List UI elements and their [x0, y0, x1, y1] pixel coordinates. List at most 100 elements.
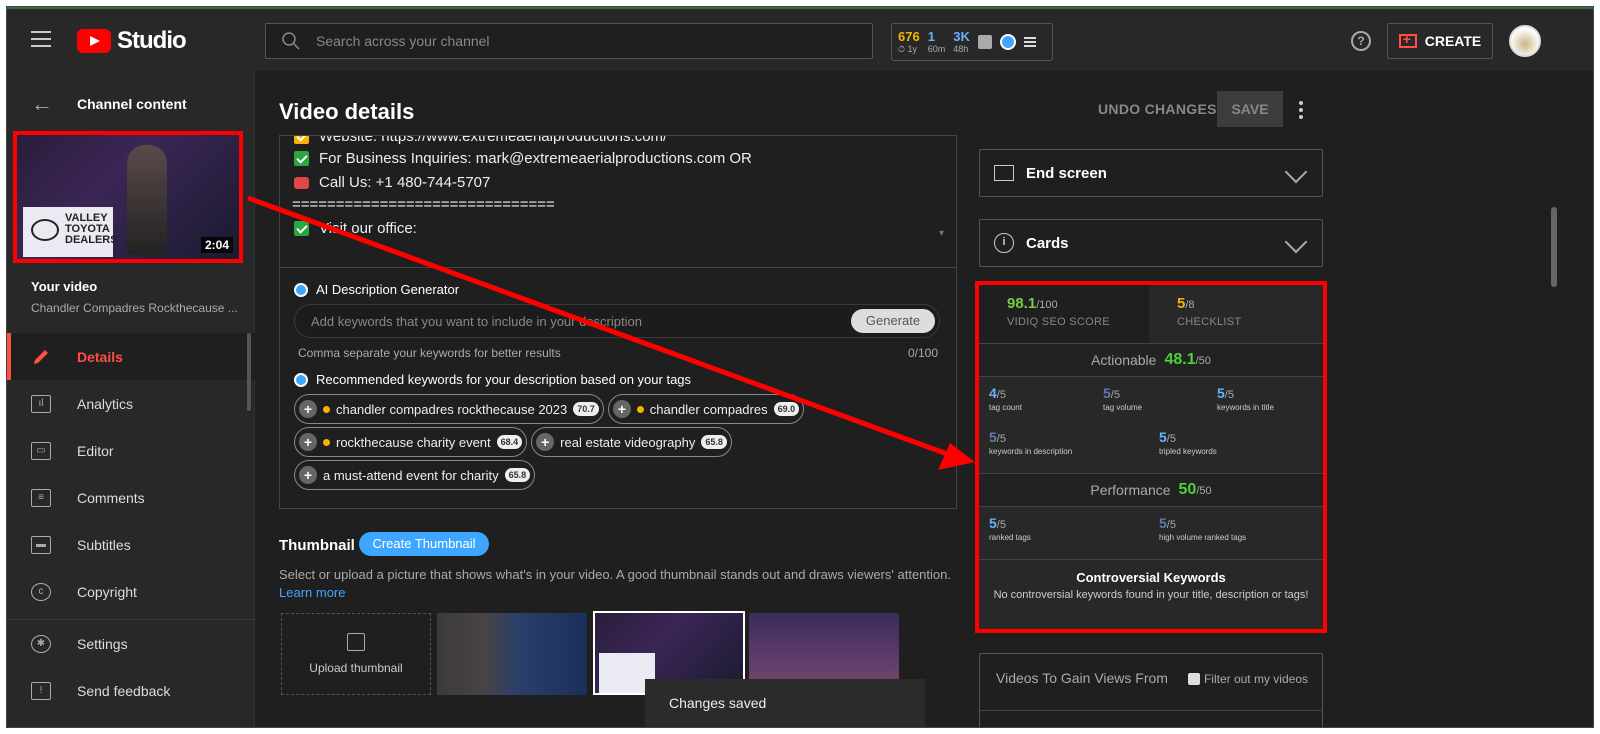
sidebar-item-editor[interactable]: ▭ Editor: [7, 427, 255, 474]
upload-image-icon: [347, 633, 365, 651]
keyword-chip[interactable]: + rockthecause charity event 68.4: [294, 427, 528, 457]
filter-checkbox[interactable]: [1187, 673, 1200, 685]
upload-label: Upload thumbnail: [309, 661, 403, 675]
description-line: ==============================: [292, 196, 555, 213]
video-thumbnail[interactable]: VALLEY TOYOTA DEALERS 2:04: [13, 131, 243, 263]
sidebar-item-feedback[interactable]: ! Send feedback: [7, 667, 255, 714]
sidebar-item-label: Comments: [77, 489, 145, 506]
performance-max: /50: [1196, 485, 1212, 497]
status-dot: [323, 405, 330, 413]
sidebar-item-settings[interactable]: ✱ Settings: [7, 620, 255, 667]
vidiq-icon[interactable]: [999, 34, 1016, 50]
description-text: Website: https://www.extremeaerialproduc…: [319, 135, 668, 145]
actionable-metrics: 4/5 tag count 5/5 tag volume 5/5 keyword…: [979, 377, 1323, 473]
edit-pencil-icon[interactable]: [1284, 230, 1308, 254]
metric-max: /5: [996, 519, 1006, 531]
avatar[interactable]: [1509, 25, 1541, 57]
metric-value: 5: [1159, 515, 1167, 531]
metric-tripled-keywords: 5/5 tripled keywords: [1159, 429, 1217, 456]
sidebar-item-details[interactable]: Details: [7, 333, 255, 380]
sidebar-item-label: Analytics: [77, 395, 134, 412]
keywords-hint: Comma separate your keywords for better …: [298, 346, 561, 360]
create-thumbnail-button[interactable]: Create Thumbnail: [359, 532, 489, 556]
more-options-icon[interactable]: [1299, 101, 1303, 122]
search-input[interactable]: [316, 33, 816, 49]
sidebar-item-label: Details: [77, 348, 123, 365]
metric-value: 4: [989, 385, 997, 401]
chart-icon[interactable]: [977, 35, 992, 49]
learn-more-link[interactable]: Learn more: [279, 585, 345, 600]
vidiq-stats-widget[interactable]: 676 ⏱ 1y 1 60m 3K 48h: [891, 23, 1053, 61]
filter-own-videos[interactable]: Filter out my videos: [1187, 672, 1308, 686]
back-arrow-icon[interactable]: ←: [31, 91, 53, 117]
keyword-chip[interactable]: + chandler compadres 69.0: [607, 394, 805, 424]
performance-metrics: 5/5 ranked tags 5/5 high volume ranked t…: [979, 507, 1323, 557]
sidebar-item-label: Send feedback: [77, 682, 171, 699]
create-video-icon: [1398, 31, 1417, 48]
add-icon: +: [299, 400, 317, 418]
tab-seo-score[interactable]: 98.1/100 VIDIQ SEO SCORE: [979, 285, 1149, 343]
thumbnail-description: Select or upload a picture that shows wh…: [279, 567, 951, 582]
metric-max: /5: [1224, 389, 1234, 401]
gear-icon: ✱: [31, 634, 51, 653]
search-box[interactable]: [265, 23, 873, 59]
toyota-logo-icon: [31, 219, 59, 241]
thumbnail-section-title: Thumbnail: [279, 537, 355, 554]
resize-handle-icon[interactable]: ▾: [939, 228, 944, 239]
undo-changes-button[interactable]: UNDO CHANGES: [1098, 101, 1217, 117]
description-textarea[interactable]: Website: https://www.extremeaerialproduc…: [279, 135, 957, 267]
save-button[interactable]: SAVE: [1217, 91, 1283, 127]
description-line: Visit our office:: [294, 220, 417, 237]
stat-views-60m: 1 60m: [928, 30, 946, 54]
chip-label: a must-attend event for charity: [323, 467, 499, 483]
copyright-icon: c: [31, 582, 51, 601]
metric-max: /5: [1166, 519, 1176, 531]
thumbnail-option-1[interactable]: [437, 613, 587, 695]
main-scrollbar[interactable]: [1551, 207, 1557, 287]
help-icon[interactable]: ?: [1351, 31, 1371, 51]
metric-label: ranked tags: [989, 533, 1031, 542]
video-duration: 2:04: [200, 237, 233, 253]
controversial-title: Controversial Keywords: [1076, 570, 1226, 585]
end-screen-card[interactable]: End screen: [979, 149, 1323, 197]
studio-logo[interactable]: Studio: [77, 27, 187, 55]
keyword-chip[interactable]: + chandler compadres rockthecause 2023 7…: [294, 394, 604, 424]
metric-max: /5: [1110, 389, 1120, 401]
keywords-input-wrapper: Generate: [294, 304, 940, 338]
add-icon: +: [536, 433, 555, 451]
menu-icon[interactable]: [31, 31, 51, 47]
description-text: Visit our office:: [319, 220, 417, 237]
keyword-chip[interactable]: + a must-attend event for charity 65.8: [294, 460, 536, 490]
actionable-value: 48.1: [1164, 351, 1196, 368]
keyword-chip[interactable]: + real estate videography 65.8: [531, 427, 732, 457]
ai-generator-title: AI Description Generator: [294, 282, 459, 297]
create-button[interactable]: CREATE: [1387, 23, 1493, 59]
sidebar-item-comments[interactable]: ≡ Comments: [7, 474, 255, 521]
video-title: Chandler Compadres Rockthecause ...: [31, 301, 238, 315]
upload-thumbnail-button[interactable]: Upload thumbnail: [281, 613, 431, 695]
sidebar-item-copyright[interactable]: c Copyright: [7, 568, 255, 615]
sidebar-item-label: Copyright: [77, 583, 137, 600]
sidebar-item-subtitles[interactable]: ▬ Subtitles: [7, 521, 255, 568]
keywords-input[interactable]: [311, 313, 841, 329]
back-to-channel-content[interactable]: ← Channel content: [31, 91, 187, 117]
subtitles-icon: ▬: [31, 535, 51, 554]
metric-label: tag count: [989, 403, 1022, 412]
metric-label: keywords in title: [1217, 403, 1274, 412]
comments-icon: ≡: [31, 488, 51, 507]
metric-label: keywords in description: [989, 447, 1073, 456]
list-icon[interactable]: [1023, 37, 1036, 47]
metric-label: high volume ranked tags: [1159, 533, 1247, 542]
tab-checklist[interactable]: 5/8 CHECKLIST: [1149, 285, 1319, 343]
edit-pencil-icon[interactable]: [1284, 160, 1308, 184]
metric-max: /5: [996, 433, 1006, 445]
cards-card[interactable]: i Cards: [979, 219, 1323, 267]
generate-button[interactable]: Generate: [851, 309, 935, 333]
sidebar-item-analytics[interactable]: ıl Analytics: [7, 380, 255, 427]
editor-icon: ▭: [31, 441, 51, 460]
filter-label: Filter out my videos: [1203, 672, 1308, 686]
studio-window: Studio 676 ⏱ 1y 1 60m 3K 48h ?: [6, 6, 1594, 728]
chip-label: chandler compadres rockthecause 2023: [336, 401, 568, 417]
sidebar-scrollbar[interactable]: [247, 333, 251, 411]
metric-value: 5: [1159, 429, 1167, 445]
